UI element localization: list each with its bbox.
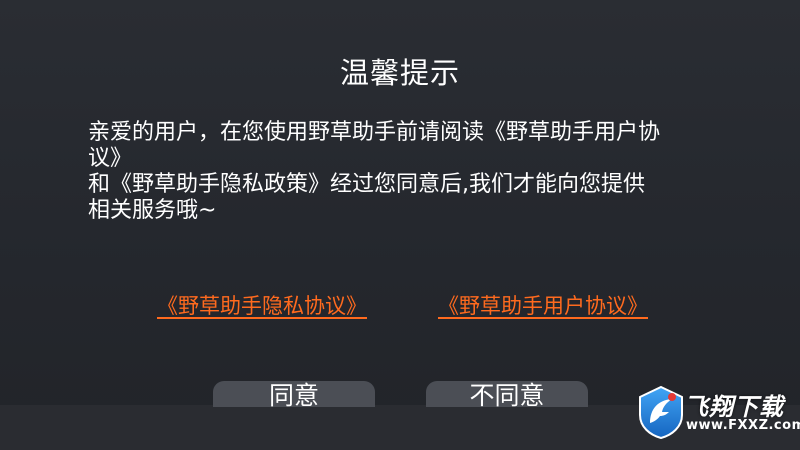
- agree-button[interactable]: 同意: [213, 381, 375, 407]
- site-watermark: 飞翔下载 www.FXXZ.com: [636, 385, 800, 443]
- dialog-title: 温馨提示: [339, 56, 460, 90]
- dialog-message: 亲爱的用户，在您使用野草助手前请阅读《野草助手用户协 议》 和《野草助手隐私政策…: [88, 120, 688, 224]
- message-line: 相关服务哦~: [88, 198, 217, 223]
- privacy-agreement-link[interactable]: 《野草助手隐私协议》: [157, 290, 367, 320]
- user-agreement-link[interactable]: 《野草助手用户协议》: [438, 290, 648, 320]
- watermark-url: www.FXXZ.com: [686, 418, 800, 433]
- privacy-dialog-screen: 温馨提示 亲爱的用户，在您使用野草助手前请阅读《野草助手用户协 议》 和《野草助…: [0, 0, 800, 450]
- disagree-button[interactable]: 不同意: [426, 381, 588, 407]
- watermark-title: 飞翔下载: [684, 393, 784, 421]
- message-line: 议》: [88, 146, 133, 171]
- message-line: 亲爱的用户，在您使用野草助手前请阅读《野草助手用户协: [88, 120, 661, 145]
- message-line: 和《野草助手隐私政策》经过您同意后,我们才能向您提供: [88, 172, 645, 197]
- fxxz-logo-icon: [636, 385, 686, 440]
